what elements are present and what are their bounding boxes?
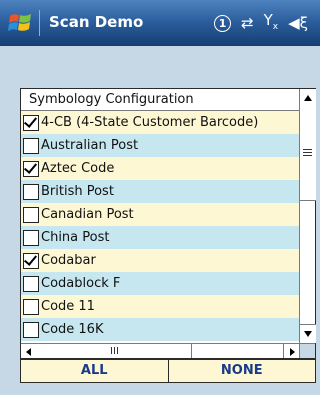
checkbox[interactable] [23,298,39,315]
arrow-up-icon [304,95,312,101]
list-item-label: Canadian Post [41,207,134,222]
sim-1-icon[interactable]: 1 [214,14,232,32]
all-button[interactable]: ALL [20,359,169,383]
list-item[interactable]: Codabar [21,249,299,272]
checkbox[interactable] [23,275,39,292]
scroll-right-button[interactable] [283,344,300,358]
volume-icon[interactable]: ◀ξ [288,12,308,34]
list-item-label: Australian Post [41,138,139,153]
arrow-right-icon [290,348,295,356]
list-item[interactable]: Australian Post [21,134,299,157]
list-item-label: 4-CB (4-State Customer Barcode) [41,115,259,130]
none-button[interactable]: NONE [168,359,316,383]
status-icons: 1 ⇄ Yx ◀ξ [214,11,308,34]
symbology-rows: 4-CB (4-State Customer Barcode) Australia… [21,111,299,343]
arrow-down-icon [304,331,312,337]
list-item[interactable]: Aztec Code [21,157,299,180]
checkbox[interactable] [23,183,39,200]
list-item-label: Codabar [41,253,96,268]
checkbox[interactable] [23,206,39,223]
scroll-up-button[interactable] [300,89,316,108]
list-item-label: Aztec Code [41,161,115,176]
list-item[interactable]: Canadian Post [21,203,299,226]
scroll-down-button[interactable] [300,324,316,343]
list-item-label: Code 11 [41,299,95,314]
checkbox[interactable] [23,114,39,131]
scroll-left-button[interactable] [21,344,38,358]
list-item-label: Codablock F [41,276,121,291]
list-item-label: British Post [41,184,114,199]
list-item[interactable]: Code 11 [21,295,299,318]
no-signal-icon[interactable]: Yx [264,9,279,38]
horizontal-scrollbar[interactable] [21,343,315,358]
data-connection-icon[interactable]: ⇄ [241,12,254,34]
list-item-label: Code 16K [41,322,104,337]
windows-logo-icon[interactable] [8,11,34,35]
app-title: Scan Demo [49,13,144,31]
list-item[interactable]: China Post [21,226,299,249]
checkbox[interactable] [23,252,39,269]
checkbox[interactable] [23,321,39,338]
button-bar: ALL NONE [20,359,316,383]
vertical-scrollbar[interactable] [299,89,316,343]
checkbox[interactable] [23,160,39,177]
arrow-left-icon [26,348,31,356]
list-item[interactable]: Code 16K [21,318,299,341]
list-item[interactable]: Codablock F [21,272,299,295]
list-item-label: China Post [41,230,110,245]
list-header[interactable]: Symbology Configuration [21,89,299,111]
symbology-listbox[interactable]: Symbology Configuration 4-CB (4-State Cu… [20,88,316,359]
scrollbar-corner [299,344,315,358]
checkbox[interactable] [23,137,39,154]
bottom-strip [0,383,320,395]
title-separator [39,10,40,36]
horizontal-scroll-thumb[interactable] [37,344,192,358]
checkbox[interactable] [23,229,39,246]
list-item[interactable]: British Post [21,180,299,203]
title-bar: Scan Demo 1 ⇄ Yx ◀ξ [0,0,320,46]
list-item[interactable]: 4-CB (4-State Customer Barcode) [21,111,299,134]
vertical-scroll-thumb[interactable] [300,107,316,201]
